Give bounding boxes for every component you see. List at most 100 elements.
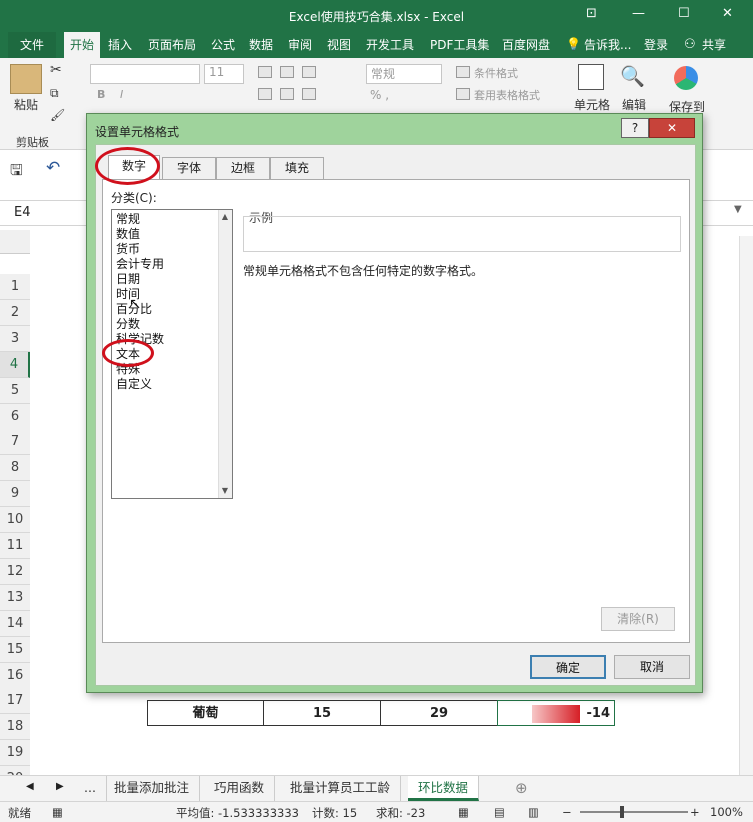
category-item[interactable]: 日期	[116, 272, 140, 287]
normal-view-icon[interactable]: ▦	[458, 805, 469, 819]
tell-me-search[interactable]: 告诉我...	[578, 32, 637, 58]
zoom-slider[interactable]	[580, 811, 688, 813]
page-break-view-icon[interactable]: ▥	[528, 805, 539, 819]
tab-page-layout[interactable]: 页面布局	[142, 32, 202, 58]
share-button[interactable]: 共享	[696, 32, 732, 58]
tab-pdf-tools[interactable]: PDF工具集	[424, 32, 495, 58]
row-header-17[interactable]: 17	[0, 688, 30, 715]
chevron-down-icon[interactable]: ▼	[734, 204, 742, 215]
scroll-down-icon[interactable]: ▼	[218, 484, 232, 498]
row-header-4[interactable]: 4	[0, 351, 30, 378]
cell-fruit-name[interactable]: 葡萄	[147, 700, 264, 726]
select-all-corner[interactable]	[0, 230, 30, 254]
cells-icon[interactable]	[578, 64, 604, 90]
row-header-10[interactable]: 10	[0, 507, 30, 534]
tab-baidu-netdisk[interactable]: 百度网盘	[496, 32, 556, 58]
dialog-help-button[interactable]: ?	[621, 118, 649, 138]
row-header-9[interactable]: 9	[0, 481, 30, 508]
sheet-tab-batch-comments[interactable]: 批量添加批注	[104, 776, 201, 801]
cancel-button[interactable]: 取消	[614, 655, 690, 679]
cell-change[interactable]: -14	[497, 700, 615, 726]
sheet-tab-mom-data[interactable]: 环比数据	[408, 776, 480, 801]
percent-style-icon[interactable]: % ,	[370, 88, 389, 102]
align-top-icon[interactable]	[258, 66, 272, 78]
category-item[interactable]: 会计专用	[116, 257, 164, 272]
clear-button[interactable]: 清除(R)	[601, 607, 675, 631]
magnifier-icon[interactable]: 🔍	[620, 64, 645, 88]
cell-value-1[interactable]: 15	[263, 700, 381, 726]
font-name-box[interactable]	[90, 64, 200, 84]
tab-fill[interactable]: 填充	[270, 157, 324, 179]
scroll-up-icon[interactable]: ▲	[218, 210, 232, 224]
category-item[interactable]: 常规	[116, 212, 140, 227]
sheet-tab-more[interactable]: ...	[74, 776, 107, 801]
tab-developer[interactable]: 开发工具	[360, 32, 420, 58]
row-header-13[interactable]: 13	[0, 584, 30, 611]
next-sheet-icon[interactable]: ▶	[56, 781, 64, 792]
name-box[interactable]: E4	[14, 205, 31, 220]
vertical-scrollbar[interactable]	[739, 236, 753, 776]
edit-button[interactable]: 编辑	[622, 96, 646, 113]
tab-border[interactable]: 边框	[216, 157, 270, 179]
prev-sheet-icon[interactable]: ◀	[26, 781, 34, 792]
sheet-tab-seniority[interactable]: 批量计算员工工龄	[280, 776, 402, 801]
tab-font[interactable]: 字体	[162, 157, 216, 179]
table-format-button[interactable]: 套用表格格式	[474, 87, 540, 103]
sheet-tab-functions[interactable]: 巧用函数	[204, 776, 276, 801]
row-header-8[interactable]: 8	[0, 455, 30, 482]
row-header-1[interactable]: 1	[0, 274, 30, 300]
row-header-5[interactable]: 5	[0, 377, 30, 404]
close-button[interactable]: ✕	[722, 6, 733, 21]
row-header-12[interactable]: 12	[0, 558, 30, 585]
category-item[interactable]: 分数	[116, 317, 140, 332]
category-item[interactable]: 数值	[116, 227, 140, 242]
page-layout-view-icon[interactable]: ▤	[494, 805, 505, 819]
category-item[interactable]: 自定义	[116, 377, 152, 392]
category-item[interactable]: 货币	[116, 242, 140, 257]
row-header-19[interactable]: 19	[0, 740, 30, 767]
row-header-2[interactable]: 2	[0, 299, 30, 326]
tab-insert[interactable]: 插入	[102, 32, 138, 58]
zoom-in-icon[interactable]: +	[690, 805, 700, 819]
row-header-14[interactable]: 14	[0, 610, 30, 637]
row-header-15[interactable]: 15	[0, 636, 30, 663]
zoom-out-icon[interactable]: −	[562, 805, 572, 819]
row-header-16[interactable]: 16	[0, 662, 30, 689]
ribbon-display-button[interactable]: ⊡	[586, 6, 597, 21]
row-header-11[interactable]: 11	[0, 533, 30, 559]
macro-record-icon[interactable]: ▦	[52, 805, 63, 819]
font-size-box[interactable]: 11	[204, 64, 244, 84]
tab-file[interactable]: 文件	[8, 32, 57, 58]
format-painter-icon[interactable]: 🖌	[50, 108, 65, 122]
tab-formulas[interactable]: 公式	[205, 32, 241, 58]
add-sheet-icon[interactable]: ⊕	[515, 779, 528, 797]
row-header-3[interactable]: 3	[0, 325, 30, 352]
undo-icon[interactable]: ↶	[46, 158, 60, 178]
save-icon[interactable]: 🖫	[10, 160, 23, 185]
number-format-box[interactable]: 常规	[366, 64, 442, 84]
cut-icon[interactable]: ✂	[50, 62, 62, 78]
baidu-netdisk-icon[interactable]	[674, 66, 698, 90]
zoom-level[interactable]: 100%	[710, 805, 743, 819]
cell-value-2[interactable]: 29	[380, 700, 498, 726]
cells-button[interactable]: 单元格	[574, 96, 610, 113]
tab-view[interactable]: 视图	[321, 32, 357, 58]
bold-button[interactable]: B	[97, 88, 105, 101]
ok-button[interactable]: 确定	[530, 655, 606, 679]
row-header-7[interactable]: 7	[0, 429, 30, 456]
tab-home[interactable]: 开始	[64, 32, 101, 58]
row-header-18[interactable]: 18	[0, 714, 30, 741]
zoom-slider-thumb[interactable]	[620, 806, 624, 818]
category-scrollbar[interactable]	[218, 210, 232, 498]
align-right-icon[interactable]	[302, 88, 316, 100]
align-center-icon[interactable]	[280, 88, 294, 100]
align-bottom-icon[interactable]	[302, 66, 316, 78]
italic-button[interactable]: I	[120, 88, 123, 101]
maximize-button[interactable]: ☐	[678, 6, 690, 21]
tab-data[interactable]: 数据	[243, 32, 279, 58]
login-link[interactable]: 登录	[638, 32, 674, 58]
tab-review[interactable]: 审阅	[282, 32, 318, 58]
paste-button[interactable]: 粘贴	[14, 96, 38, 113]
align-left-icon[interactable]	[258, 88, 272, 100]
minimize-button[interactable]: —	[632, 6, 645, 21]
